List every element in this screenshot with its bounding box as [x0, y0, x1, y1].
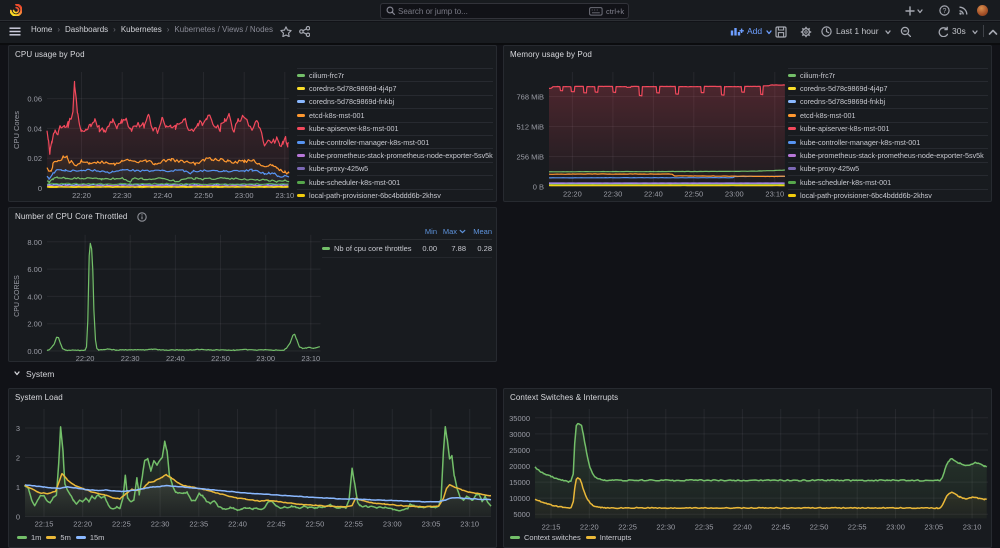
svg-text:30000: 30000 — [509, 430, 530, 439]
svg-text:22:25: 22:25 — [618, 522, 637, 531]
svg-text:25000: 25000 — [509, 446, 530, 455]
svg-text:4.00: 4.00 — [27, 292, 42, 301]
svg-text:22:20: 22:20 — [76, 354, 95, 361]
svg-text:6.00: 6.00 — [27, 265, 42, 274]
svg-text:20000: 20000 — [509, 462, 530, 471]
svg-text:0: 0 — [16, 513, 20, 522]
svg-text:22:50: 22:50 — [211, 354, 230, 361]
svg-text:35000: 35000 — [509, 414, 530, 423]
svg-text:22:35: 22:35 — [695, 522, 714, 531]
svg-text:22:50: 22:50 — [810, 522, 829, 531]
svg-text:23:10: 23:10 — [301, 354, 320, 361]
svg-text:22:40: 22:40 — [153, 191, 172, 200]
svg-text:23:10: 23:10 — [765, 190, 784, 199]
svg-text:23:00: 23:00 — [725, 190, 744, 199]
svg-text:0.04: 0.04 — [27, 124, 42, 133]
svg-text:22:40: 22:40 — [733, 522, 752, 531]
svg-text:0.06: 0.06 — [27, 95, 42, 104]
svg-text:23:10: 23:10 — [963, 522, 982, 531]
svg-text:2.00: 2.00 — [27, 320, 42, 329]
svg-text:22:30: 22:30 — [604, 190, 623, 199]
svg-text:CPU Cores: CPU Cores — [12, 111, 21, 149]
svg-text:512 MiB: 512 MiB — [516, 123, 544, 132]
svg-text:22:55: 22:55 — [344, 520, 363, 529]
svg-text:22:45: 22:45 — [267, 520, 286, 529]
svg-text:22:40: 22:40 — [166, 354, 185, 361]
svg-text:15000: 15000 — [509, 478, 530, 487]
svg-text:22:50: 22:50 — [194, 191, 213, 200]
svg-text:2: 2 — [16, 454, 20, 463]
svg-text:22:25: 22:25 — [112, 520, 131, 529]
svg-text:23:05: 23:05 — [422, 520, 441, 529]
svg-text:?: ? — [943, 8, 947, 15]
svg-text:8.00: 8.00 — [27, 238, 42, 247]
svg-text:22:30: 22:30 — [121, 354, 140, 361]
svg-text:1: 1 — [16, 483, 20, 492]
svg-text:CPU CORES: CPU CORES — [14, 275, 21, 317]
svg-text:22:15: 22:15 — [35, 520, 54, 529]
svg-text:0.00: 0.00 — [27, 347, 42, 356]
svg-text:23:00: 23:00 — [256, 354, 275, 361]
svg-text:23:10: 23:10 — [275, 191, 294, 200]
svg-text:23:00: 23:00 — [886, 522, 905, 531]
svg-text:22:50: 22:50 — [684, 190, 703, 199]
svg-text:22:30: 22:30 — [113, 191, 132, 200]
svg-text:0: 0 — [38, 184, 42, 193]
svg-text:22:35: 22:35 — [189, 520, 208, 529]
svg-text:22:45: 22:45 — [771, 522, 790, 531]
svg-text:3: 3 — [16, 424, 20, 433]
svg-text:256 MiB: 256 MiB — [516, 153, 544, 162]
svg-text:768 MiB: 768 MiB — [516, 93, 544, 102]
svg-text:23:05: 23:05 — [924, 522, 943, 531]
svg-text:22:20: 22:20 — [563, 190, 582, 199]
svg-text:23:00: 23:00 — [235, 191, 254, 200]
svg-text:0 B: 0 B — [533, 183, 544, 192]
svg-text:22:50: 22:50 — [306, 520, 325, 529]
svg-text:5000: 5000 — [513, 510, 530, 519]
svg-text:22:15: 22:15 — [542, 522, 561, 531]
svg-text:22:30: 22:30 — [656, 522, 675, 531]
svg-text:22:30: 22:30 — [151, 520, 170, 529]
svg-text:23:00: 23:00 — [383, 520, 402, 529]
svg-text:0.02: 0.02 — [27, 154, 42, 163]
svg-text:22:20: 22:20 — [72, 191, 91, 200]
svg-text:22:20: 22:20 — [73, 520, 92, 529]
svg-text:10000: 10000 — [509, 494, 530, 503]
svg-text:22:40: 22:40 — [228, 520, 247, 529]
svg-text:22:40: 22:40 — [644, 190, 663, 199]
svg-text:23:10: 23:10 — [460, 520, 479, 529]
svg-text:22:55: 22:55 — [848, 522, 867, 531]
svg-text:22:20: 22:20 — [580, 522, 599, 531]
